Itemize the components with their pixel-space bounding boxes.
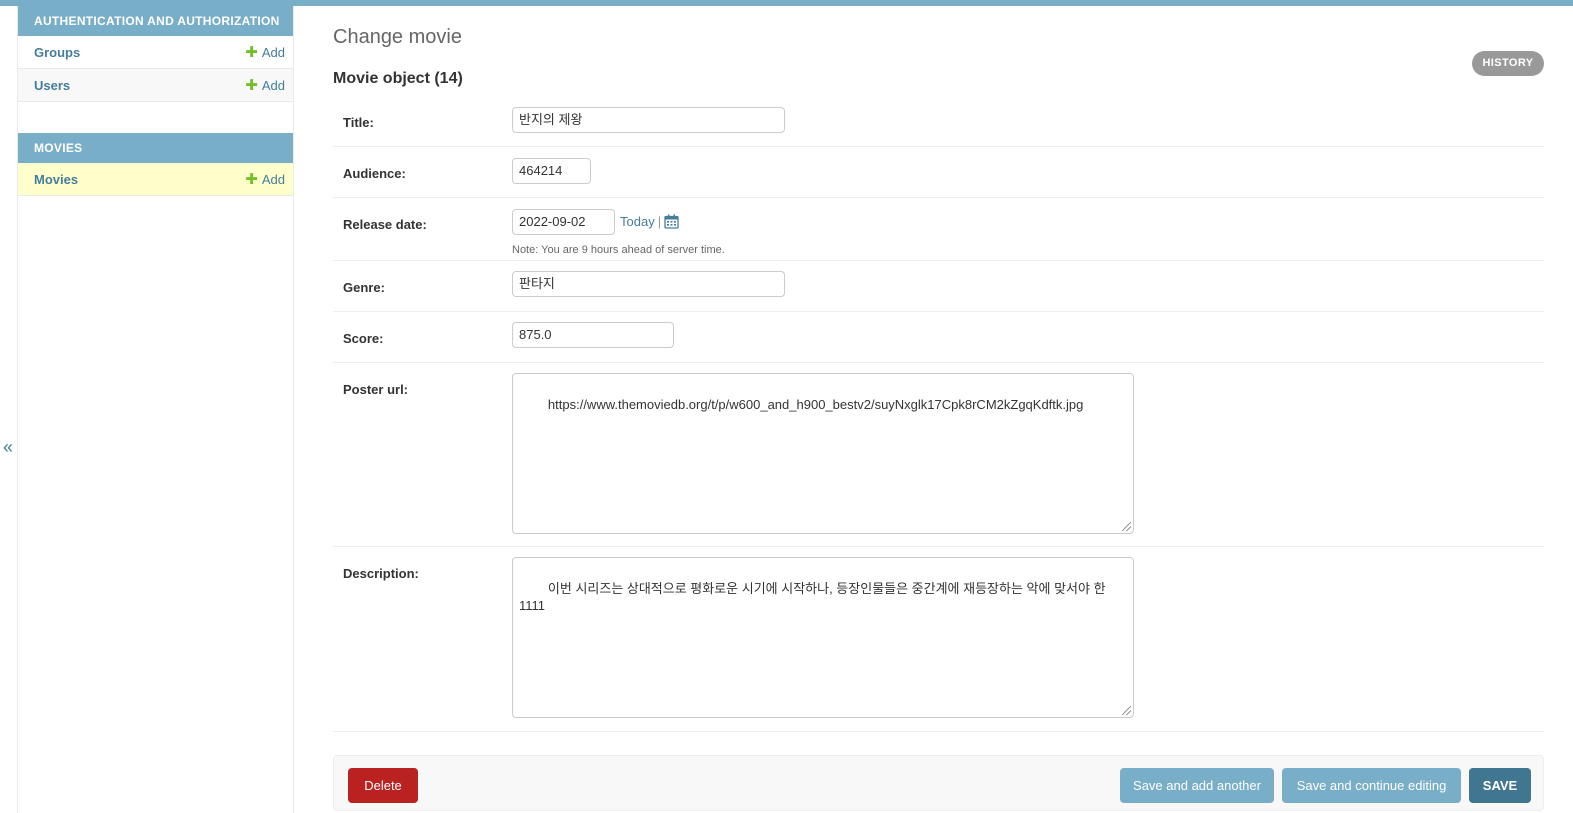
release-date-input[interactable]: 2022-09-02 xyxy=(512,209,615,235)
sidebar-item-groups-link[interactable]: Groups xyxy=(34,45,80,60)
sidebar-collapse-strip: « xyxy=(0,6,18,813)
save-and-add-another-button[interactable]: Save and add another xyxy=(1120,768,1274,803)
poster-url-textarea[interactable]: https://www.themoviedb.org/t/p/w600_and_… xyxy=(512,373,1134,534)
form-row-title: Title: 반지의 제왕 xyxy=(333,97,1544,147)
plus-icon: ✚ xyxy=(245,76,258,94)
score-label: Score: xyxy=(343,331,384,346)
add-user-label: Add xyxy=(261,77,285,93)
sidebar-item-users: Users ✚ Add xyxy=(18,69,293,102)
module-header-movies[interactable]: MOVIES xyxy=(18,133,293,163)
form-row-poster-url: Poster url: https://www.themoviedb.org/t… xyxy=(333,363,1544,547)
calendar-icon[interactable] xyxy=(664,214,679,229)
add-group-link[interactable]: ✚ Add xyxy=(245,45,285,60)
double-chevron-left-icon[interactable]: « xyxy=(0,437,16,457)
change-form: Title: 반지의 제왕 Audience: 464214 Release d… xyxy=(333,97,1544,732)
form-row-genre: Genre: 판타지 xyxy=(333,261,1544,312)
add-user-link[interactable]: ✚ Add xyxy=(245,78,285,93)
poster-url-value: https://www.themoviedb.org/t/p/w600_and_… xyxy=(547,397,1084,412)
submit-row: Delete Save and add another Save and con… xyxy=(333,755,1544,811)
resize-handle-icon[interactable] xyxy=(1122,706,1131,715)
sidebar-item-users-link[interactable]: Users xyxy=(34,78,70,93)
module-header-auth[interactable]: AUTHENTICATION AND AUTHORIZATION xyxy=(18,6,293,36)
form-row-description: Description: 이번 시리즈는 상대적으로 평화로운 시기에 시작하나… xyxy=(333,547,1544,732)
title-input[interactable]: 반지의 제왕 xyxy=(512,107,785,133)
plus-icon: ✚ xyxy=(245,170,258,188)
module-movies: MOVIES Movies ✚ Add xyxy=(18,133,293,196)
genre-input[interactable]: 판타지 xyxy=(512,271,785,297)
sidebar: AUTHENTICATION AND AUTHORIZATION Groups … xyxy=(18,6,294,813)
audience-label: Audience: xyxy=(343,166,406,181)
today-link[interactable]: Today xyxy=(620,214,655,229)
plus-icon: ✚ xyxy=(245,43,258,61)
module-auth: AUTHENTICATION AND AUTHORIZATION Groups … xyxy=(18,6,293,102)
form-row-audience: Audience: 464214 xyxy=(333,147,1544,198)
title-label: Title: xyxy=(343,115,374,130)
shortcut-separator: | xyxy=(657,214,662,229)
date-shortcuts: Today | xyxy=(620,214,679,229)
sidebar-item-movies-link[interactable]: Movies xyxy=(34,172,78,187)
description-textarea[interactable]: 이번 시리즈는 상대적으로 평화로운 시기에 시작하나, 등장인물들은 중간계에… xyxy=(512,557,1134,718)
form-row-score: Score: 875.0 xyxy=(333,312,1544,363)
resize-handle-icon[interactable] xyxy=(1122,522,1131,531)
release-date-label: Release date: xyxy=(343,217,427,232)
save-button[interactable]: SAVE xyxy=(1469,768,1531,803)
delete-button[interactable]: Delete xyxy=(348,768,418,803)
add-movie-link[interactable]: ✚ Add xyxy=(245,172,285,187)
release-date-widget: 2022-09-02 Today | Note: You are 9 hours… xyxy=(512,209,1112,257)
description-value: 이번 시리즈는 상대적으로 평화로운 시기에 시작하나, 등장인물들은 중간계에… xyxy=(519,581,1106,613)
description-label: Description: xyxy=(343,566,419,581)
audience-input[interactable]: 464214 xyxy=(512,158,591,184)
module-spacer xyxy=(18,102,293,133)
sidebar-item-groups: Groups ✚ Add xyxy=(18,36,293,69)
form-row-release-date: Release date: 2022-09-02 Today | Note: Y… xyxy=(333,198,1544,261)
save-and-continue-button[interactable]: Save and continue editing xyxy=(1282,768,1461,803)
object-title: Movie object (14) xyxy=(333,70,463,87)
genre-label: Genre: xyxy=(343,280,385,295)
score-input[interactable]: 875.0 xyxy=(512,322,674,348)
history-button[interactable]: HISTORY xyxy=(1472,51,1544,76)
add-movie-label: Add xyxy=(261,171,285,187)
timezone-note: Note: You are 9 hours ahead of server ti… xyxy=(512,244,725,256)
sidebar-item-movies: Movies ✚ Add xyxy=(18,163,293,196)
poster-url-label: Poster url: xyxy=(343,382,409,397)
page-title: Change movie xyxy=(333,26,462,48)
add-group-label: Add xyxy=(261,44,285,60)
